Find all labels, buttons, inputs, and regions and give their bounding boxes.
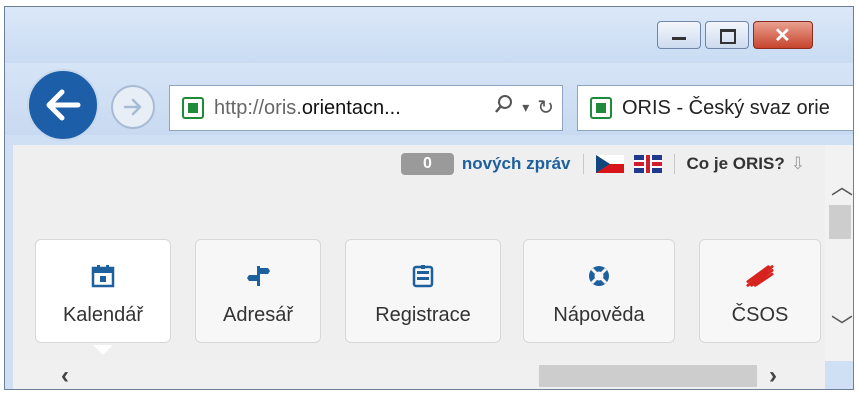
czech-flag-icon[interactable] [595, 155, 624, 173]
maximize-button[interactable] [705, 21, 749, 49]
nav-tile-label: ČSOS [731, 304, 789, 326]
refresh-icon[interactable]: ↻ [537, 95, 554, 120]
nav-tile-label: Registrace [375, 304, 471, 326]
nav-tile-label: Nápověda [553, 304, 645, 326]
close-icon: ✕ [774, 25, 791, 47]
page-content: 0 nových zpráv Co je ORIS? ⇩ Kalendář Ad… [13, 145, 825, 361]
scroll-down-icon[interactable]: ﹀ [831, 309, 853, 341]
browser-window: ✕ http://oris.orientacn... ▾ ↻ ORIS - Če… [4, 6, 854, 390]
tab-favicon-icon [590, 97, 612, 119]
arrow-left-icon [46, 89, 81, 121]
minimize-icon [672, 37, 686, 40]
arrow-right-icon [123, 98, 142, 116]
maximize-icon [720, 29, 736, 44]
close-button[interactable]: ✕ [753, 21, 813, 49]
messages-link[interactable]: nových zpráv [462, 154, 571, 174]
minimize-button[interactable] [657, 21, 701, 49]
lifebuoy-icon [585, 264, 613, 288]
address-bar-icons: ▾ ↻ [494, 94, 554, 120]
nav-tile-registration[interactable]: Registrace [345, 239, 501, 343]
header-links: 0 nových zpráv Co je ORIS? ⇩ [400, 153, 805, 175]
horizontal-scrollbar[interactable]: ‹ › [13, 361, 825, 389]
tab-title: ORIS - Český svaz orie [622, 96, 830, 119]
separator [582, 154, 584, 174]
scroll-left-icon[interactable]: ‹ [61, 362, 69, 389]
title-bar: ✕ [5, 7, 853, 63]
nav-tile-label: Kalendář [62, 304, 144, 326]
back-button[interactable] [27, 69, 99, 141]
nav-tile-csos[interactable]: ČSOS [699, 239, 821, 343]
calendar-icon [89, 264, 117, 288]
active-tile-pointer [93, 345, 113, 355]
separator [673, 154, 675, 174]
registration-icon [409, 264, 437, 288]
browser-tab[interactable]: ORIS - Český svaz orie [577, 85, 853, 131]
nav-tile-label: Adresář [222, 304, 294, 326]
address-bar[interactable]: http://oris.orientacn... ▾ ↻ [169, 85, 563, 131]
address-url: http://oris.orientacn... [214, 96, 401, 119]
nav-tile-directory[interactable]: Adresář [195, 239, 321, 343]
nav-tile-help[interactable]: Nápověda [523, 239, 675, 343]
message-count-badge[interactable]: 0 [400, 153, 454, 175]
arrow-down-icon: ⇩ [790, 154, 805, 173]
chevron-down-icon[interactable]: ▾ [522, 99, 529, 116]
scroll-up-icon[interactable]: ︿ [831, 169, 853, 201]
site-favicon-icon [182, 97, 204, 119]
csos-logo-icon [746, 264, 774, 288]
about-oris-link[interactable]: Co je ORIS? [687, 154, 785, 174]
scroll-right-icon[interactable]: › [769, 362, 777, 389]
vertical-scrollbar[interactable]: ︿ ﹀ [825, 145, 853, 361]
signpost-icon [244, 264, 272, 288]
horizontal-scroll-thumb[interactable] [539, 365, 757, 387]
uk-flag-icon[interactable] [633, 155, 662, 173]
forward-button[interactable] [111, 85, 155, 129]
vertical-scroll-thumb[interactable] [829, 205, 851, 239]
search-icon[interactable] [494, 94, 514, 120]
nav-tile-calendar[interactable]: Kalendář [35, 239, 171, 343]
